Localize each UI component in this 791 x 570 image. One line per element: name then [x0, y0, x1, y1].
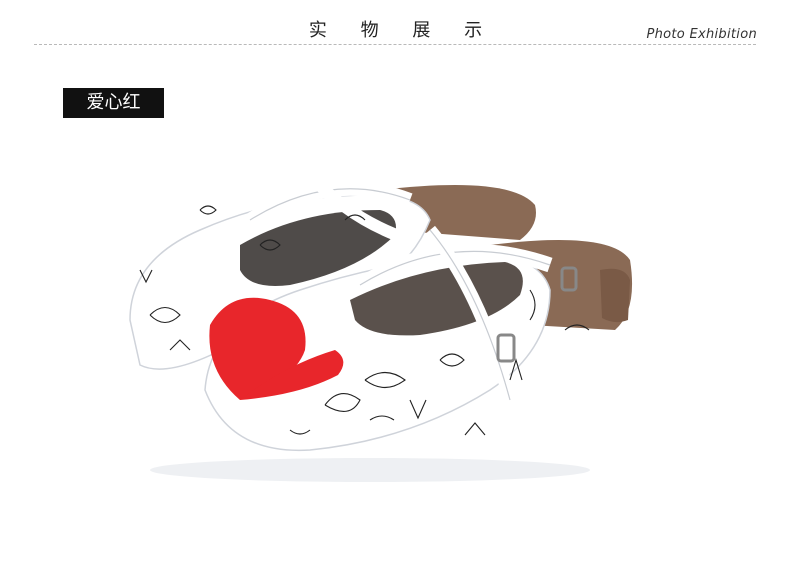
clogs-illustration	[129, 171, 633, 482]
product-photo	[110, 150, 670, 514]
header-divider	[34, 44, 756, 45]
color-variant-label: 爱心红	[63, 88, 164, 118]
page-subtitle: Photo Exhibition	[646, 27, 757, 42]
